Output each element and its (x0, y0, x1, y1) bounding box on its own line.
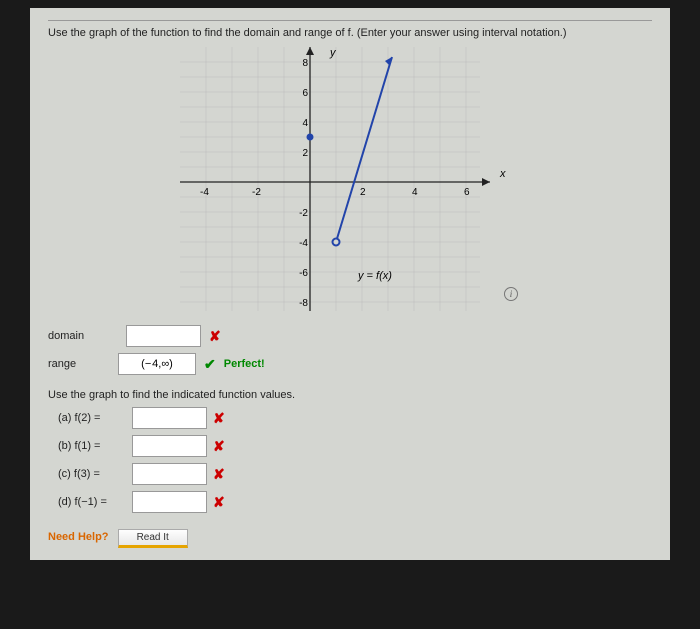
graph-info-icon[interactable]: i (504, 287, 518, 301)
part-d-row: (d) f(−1) = ✘ (58, 491, 652, 513)
svg-text:2: 2 (302, 148, 308, 159)
svg-text:-2: -2 (299, 208, 308, 219)
part-c-input[interactable] (132, 463, 207, 485)
part-c-label: (c) f(3) = (58, 468, 126, 480)
part-d-input[interactable] (132, 491, 207, 513)
wrong-icon: ✘ (213, 438, 225, 455)
sub-prompt: Use the graph to find the indicated func… (48, 389, 652, 401)
svg-text:6: 6 (464, 187, 470, 198)
svg-text:-6: -6 (299, 268, 308, 279)
domain-input[interactable] (126, 325, 201, 347)
part-d-label: (d) f(−1) = (58, 496, 126, 508)
part-a-row: (a) f(2) = ✘ (58, 407, 652, 429)
domain-label: domain (48, 330, 118, 342)
part-c-row: (c) f(3) = ✘ (58, 463, 652, 485)
svg-text:-2: -2 (252, 187, 261, 198)
svg-text:-4: -4 (200, 187, 209, 198)
wrong-icon: ✘ (213, 410, 225, 427)
read-it-button[interactable]: Read It (118, 529, 188, 548)
part-b-input[interactable] (132, 435, 207, 457)
question-prompt: Use the graph of the function to find th… (48, 27, 652, 39)
graph-svg: x y -4 -2 2 4 6 8 6 4 2 -2 -4 -6 -8 (180, 47, 520, 311)
range-row: range ✔ Perfect! (48, 353, 652, 375)
need-help-label: Need Help? (48, 531, 109, 543)
svg-text:2: 2 (360, 187, 366, 198)
need-help-row: Need Help? Read It (48, 529, 652, 548)
wrong-icon: ✘ (213, 494, 225, 511)
question-card: Use the graph of the function to find th… (30, 8, 670, 560)
svg-text:4: 4 (412, 187, 418, 198)
graph: x y -4 -2 2 4 6 8 6 4 2 -2 -4 -6 -8 (180, 47, 520, 311)
part-b-row: (b) f(1) = ✘ (58, 435, 652, 457)
svg-text:-4: -4 (299, 238, 308, 249)
domain-row: domain ✘ (48, 325, 652, 347)
x-axis-label: x (499, 168, 506, 180)
feedback-text: Perfect! (224, 358, 265, 370)
svg-text:6: 6 (302, 88, 308, 99)
graph-annotation: y = f(x) (357, 270, 392, 282)
wrong-icon: ✘ (213, 466, 225, 483)
part-a-input[interactable] (132, 407, 207, 429)
svg-text:4: 4 (302, 118, 308, 129)
svg-text:-8: -8 (299, 298, 308, 309)
divider (48, 20, 652, 21)
part-a-label: (a) f(2) = (58, 412, 126, 424)
part-b-label: (b) f(1) = (58, 440, 126, 452)
correct-icon: ✔ (204, 356, 216, 373)
wrong-icon: ✘ (209, 328, 221, 345)
svg-text:8: 8 (302, 58, 308, 69)
range-input[interactable] (118, 353, 196, 375)
range-label: range (48, 358, 110, 370)
